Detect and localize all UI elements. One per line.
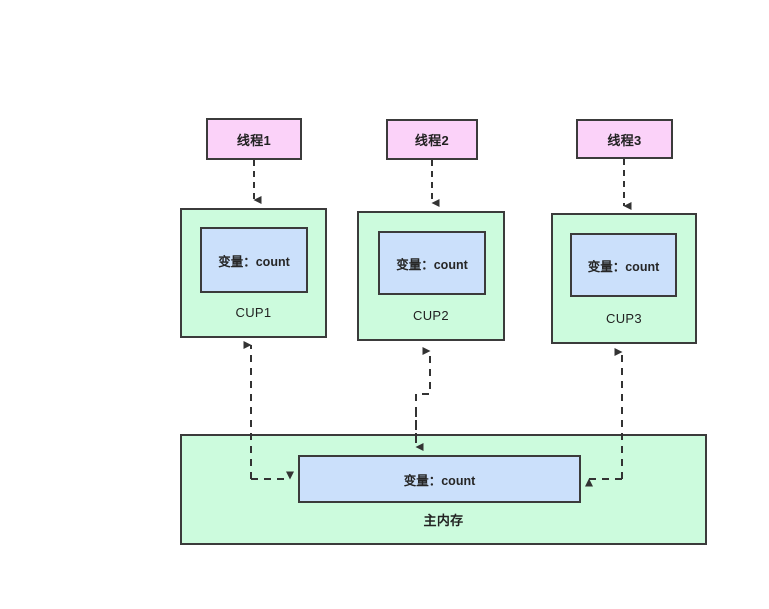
cpu-variable-box-2[interactable]: 变量：count	[378, 231, 486, 295]
main-memory-label: 主内存	[423, 513, 464, 528]
cpu-label-1: CUP1	[235, 305, 272, 320]
thread-node-3[interactable]: 线程3	[576, 119, 673, 159]
cpu-variable-box-3[interactable]: 变量：count	[570, 233, 677, 297]
cpu-variable-box-1[interactable]: 变量：count	[200, 227, 308, 293]
cpu-variable-label-3: 变量：count	[587, 259, 660, 274]
cpu-label-2: CUP2	[413, 308, 449, 323]
thread-node-2[interactable]: 线程2	[386, 119, 478, 160]
thread-label-2: 线程2	[414, 133, 450, 148]
cpu-variable-label-2: 变量：count	[396, 257, 468, 272]
thread-node-1[interactable]: 线程1	[206, 118, 302, 160]
edge-memory-to-cup2	[415, 347, 431, 440]
thread-label-3: 线程3	[607, 132, 642, 148]
cpu-variable-label-1: 变量：count	[218, 254, 290, 269]
main-memory-variable-label: 变量：count	[403, 473, 476, 488]
cpu-label-3: CUP3	[606, 311, 642, 326]
main-memory-variable-box[interactable]: 变量：count	[298, 455, 581, 503]
thread-label-1: 线程1	[236, 132, 272, 148]
diagram-canvas: 线程1 线程2 线程3 CUP1 变量：count CUP2 变量：count …	[0, 0, 769, 609]
